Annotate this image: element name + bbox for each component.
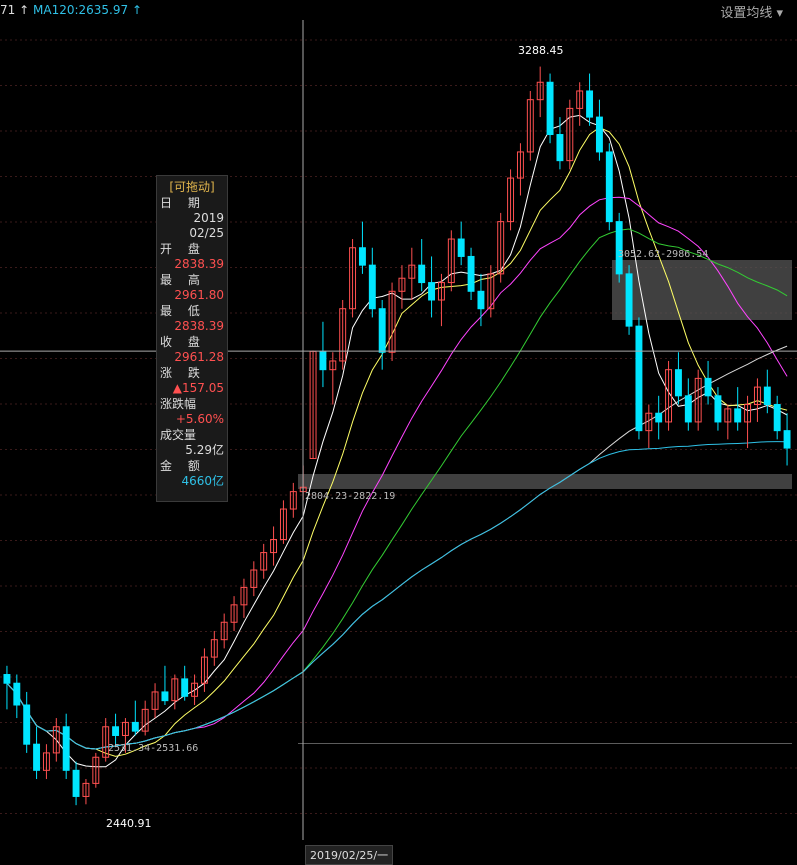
- candle-body: [625, 273, 633, 327]
- peak-label: 3288.45: [518, 44, 564, 57]
- pct-label: 涨跌幅: [160, 397, 197, 411]
- candle-body: [684, 395, 692, 423]
- candle-body: [595, 116, 603, 153]
- high-label: 最 高: [160, 273, 206, 287]
- candle-body: [33, 743, 41, 771]
- candle-body: [23, 704, 31, 745]
- change-label: 涨 跌: [160, 366, 206, 380]
- candle-body: [477, 290, 485, 310]
- candle-body: [467, 255, 475, 292]
- open-label: 开 盘: [160, 242, 206, 256]
- date-year: 2019: [193, 211, 224, 225]
- candle-body: [378, 308, 386, 353]
- candle-body: [704, 377, 712, 397]
- amount-label: 金 额: [160, 459, 206, 473]
- low-value: 2838.39: [174, 319, 224, 333]
- amount-value: 4660亿: [181, 474, 224, 488]
- zone-band: [298, 474, 792, 489]
- candle-body: [428, 282, 436, 301]
- zone-low-label: 2531.34-2531.66: [108, 743, 199, 754]
- high-value: 2961.80: [174, 288, 224, 302]
- candle-body: [714, 395, 722, 423]
- ma60-line: [6, 345, 788, 750]
- candle-body: [763, 386, 771, 406]
- volume-value: 5.29亿: [185, 443, 224, 457]
- candle-body: [605, 151, 613, 223]
- zone-mid-label: 2804.23-2822.19: [305, 491, 396, 502]
- candle-body: [635, 325, 643, 432]
- candle-body: [181, 678, 189, 697]
- low-label: 最 低: [160, 304, 206, 318]
- candle-body: [3, 674, 11, 684]
- candle-body: [655, 412, 663, 423]
- candle-body: [13, 682, 21, 706]
- info-panel[interactable]: [可拖动] 日 期 2019 02/25 开 盘 2838.39 最 高 296…: [156, 175, 228, 502]
- date-md: 02/25: [189, 226, 224, 240]
- candle-body: [131, 721, 139, 732]
- date-label: 日 期: [160, 196, 206, 210]
- candle-body: [783, 430, 791, 449]
- crosshair-date-tag: 2019/02/25/一: [305, 845, 394, 865]
- candle-body: [62, 726, 70, 771]
- candle-body: [586, 90, 594, 118]
- set-ma-button[interactable]: 设置均线 ▾: [720, 2, 783, 21]
- zone-upper-label: 3052.62-2986.54: [618, 249, 709, 260]
- candle-body: [368, 264, 376, 310]
- open-value: 2838.39: [174, 257, 224, 271]
- trough-label: 2440.91: [106, 817, 152, 830]
- candle-body: [546, 81, 554, 136]
- zone-band: [298, 743, 792, 744]
- ma5-line: [6, 114, 788, 768]
- ma-legend-bar: 71 ↑ MA120:2635.97 ↑ 设置均线 ▾: [0, 0, 797, 21]
- candle-body: [615, 221, 623, 275]
- candle-body: [674, 369, 682, 397]
- candle-body: [773, 404, 781, 432]
- drag-hint[interactable]: [可拖动]: [157, 178, 227, 195]
- change-value: ▲157.05: [172, 381, 224, 395]
- candle-body: [161, 691, 169, 702]
- close-value: 2961.28: [174, 350, 224, 364]
- candle-body: [319, 350, 327, 371]
- candle-body: [457, 238, 465, 257]
- ma120-legend: MA120:2635.97 ↑: [33, 3, 143, 17]
- candle-body: [734, 408, 742, 423]
- candle-body: [112, 726, 120, 736]
- pct-value: +5.60%: [175, 412, 224, 426]
- close-label: 收 盘: [160, 335, 206, 349]
- ma60-legend: 71 ↑: [0, 3, 30, 17]
- candle-body: [556, 134, 564, 162]
- volume-label: 成交量: [160, 428, 197, 442]
- candlestick-chart[interactable]: [0, 0, 797, 862]
- candle-body: [358, 247, 366, 266]
- zone-band: [612, 260, 792, 320]
- candle-body: [418, 264, 426, 284]
- candle-body: [72, 769, 80, 797]
